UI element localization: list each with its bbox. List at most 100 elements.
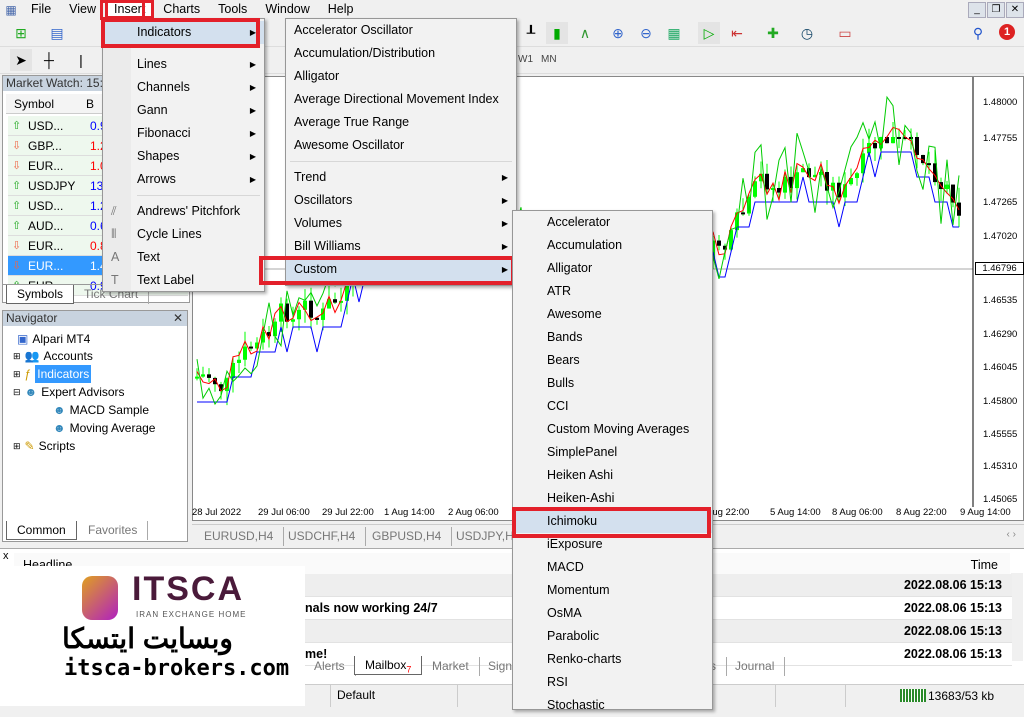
new-chart-icon[interactable]: ⊞ [10, 22, 32, 44]
custom-indicator-item[interactable]: Parabolic [513, 625, 712, 648]
close-icon[interactable]: ✕ [173, 311, 183, 326]
cursor-icon[interactable]: ➤ [10, 49, 32, 71]
custom-indicator-item[interactable]: CCI [513, 395, 712, 418]
custom-indicator-item[interactable]: Accelerator [513, 211, 712, 234]
menu-window[interactable]: Window [256, 0, 318, 19]
tab-common[interactable]: Common [6, 521, 77, 540]
custom-indicator-item[interactable]: Renko-charts [513, 648, 712, 671]
chart-shift-icon[interactable]: ⇤ [726, 22, 748, 44]
notifications-icon[interactable]: 1 [996, 21, 1018, 43]
menu-help[interactable]: Help [319, 0, 363, 19]
close-window-button[interactable]: ✕ [1006, 2, 1024, 18]
custom-indicator-item[interactable]: SimplePanel [513, 441, 712, 464]
tab-favorites[interactable]: Favorites [78, 521, 149, 540]
timeframe-w1[interactable]: W1 [518, 54, 533, 65]
custom-indicator-item[interactable]: Awesome [513, 303, 712, 326]
menu-charts[interactable]: Charts [154, 0, 209, 19]
custom-indicator-item[interactable]: RSI [513, 671, 712, 694]
zoom-out-icon[interactable]: ⊖ [635, 22, 657, 44]
tab-scroll-arrows[interactable]: ‹ › [1007, 529, 1016, 540]
custom-indicator-item[interactable]: Heiken-Ashi [513, 487, 712, 510]
terminal-close-button[interactable]: x [3, 550, 9, 562]
custom-indicator-item[interactable]: Heiken Ashi [513, 464, 712, 487]
custom-indicator-item[interactable]: OsMA [513, 602, 712, 625]
minimize-button[interactable]: _ [968, 2, 986, 18]
insert-menu-item[interactable]: Indicators ▶ [103, 21, 264, 44]
column-time[interactable]: Time [971, 558, 998, 572]
custom-indicator-item[interactable]: Bears [513, 349, 712, 372]
periods-icon[interactable]: ◷ [796, 22, 818, 44]
insert-menu-item[interactable]: Gann ▶ [103, 99, 264, 122]
restore-button[interactable]: ❐ [987, 2, 1005, 18]
chart-tab-gbpusd[interactable]: GBPUSD,H4 [362, 527, 453, 546]
menu-file[interactable]: File [22, 0, 60, 19]
indicators-menu-item[interactable]: Oscillators ▶ [286, 189, 516, 212]
chart-tab-usdchf[interactable]: USDCHF,H4 [278, 527, 367, 546]
custom-indicator-item[interactable]: iExposure [513, 533, 712, 556]
candlestick-icon[interactable]: ▮ [546, 22, 568, 44]
nav-expert-advisors[interactable]: ⊟ ☻ Expert Advisors [13, 383, 125, 401]
tab-symbols[interactable]: Symbols [6, 285, 75, 304]
templates-icon[interactable]: ▭ [834, 22, 856, 44]
custom-indicator-item[interactable]: Alligator [513, 257, 712, 280]
profiles-icon[interactable]: ▤ [46, 22, 68, 44]
indicators-menu-item[interactable]: Volumes ▶ [286, 212, 516, 235]
candle [873, 142, 877, 149]
custom-indicator-item[interactable]: MACD [513, 556, 712, 579]
custom-indicator-item[interactable]: Ichimoku [513, 510, 712, 533]
tile-windows-icon[interactable]: ▦ [663, 22, 685, 44]
indicators-menu-item[interactable]: Average Directional Movement Index [286, 88, 516, 111]
indicators-menu-item[interactable]: Bill Williams ▶ [286, 235, 516, 258]
search-icon[interactable]: ⚲ [967, 22, 989, 44]
indicators-menu-item[interactable]: Alligator [286, 65, 516, 88]
insert-menu-item[interactable]: T Text Label [103, 269, 264, 292]
nav-macd-sample[interactable]: ☻ MACD Sample [53, 401, 149, 419]
custom-indicator-item[interactable]: Accumulation [513, 234, 712, 257]
nav-indicators[interactable]: ⊞ ƒ Indicators [13, 365, 92, 383]
custom-indicator-item[interactable]: Bulls [513, 372, 712, 395]
vertical-line-icon[interactable]: | [70, 49, 92, 71]
indicators-icon[interactable]: ✚ [762, 22, 784, 44]
indicators-menu-item[interactable]: Trend ▶ [286, 166, 516, 189]
insert-menu-item[interactable]: Fibonacci ▶ [103, 122, 264, 145]
zoom-in-icon[interactable]: ⊕ [607, 22, 629, 44]
insert-menu-item[interactable]: Shapes ▶ [103, 145, 264, 168]
bar-chart-icon[interactable]: ┸ [520, 22, 542, 44]
insert-menu-item[interactable]: ⦀ Cycle Lines [103, 223, 264, 246]
crosshair-icon[interactable]: ┼ [38, 49, 60, 71]
indicators-menu-item[interactable]: Accelerator Oscillator [286, 19, 516, 42]
nav-root[interactable]: ▣ Alpari MT4 [17, 330, 90, 348]
column-bid[interactable]: B [86, 97, 94, 111]
indicators-menu-item[interactable]: Awesome Oscillator [286, 134, 516, 157]
tab-mailbox[interactable]: Mailbox7 [354, 656, 423, 675]
timeframe-mn[interactable]: MN [541, 54, 557, 65]
price-tick-label: 1.45065 [983, 494, 1018, 505]
tab-market[interactable]: Market [422, 657, 480, 676]
chart-tab-eurusd[interactable]: EURUSD,H4 [194, 527, 285, 546]
indicators-menu-item[interactable]: Average True Range [286, 111, 516, 134]
indicators-menu-item[interactable]: Custom ▶ [286, 258, 516, 281]
nav-scripts[interactable]: ⊞ ✎ Scripts [13, 437, 75, 455]
insert-menu-item[interactable]: Arrows ▶ [103, 168, 264, 191]
menu-tools[interactable]: Tools [209, 0, 256, 19]
custom-indicator-item[interactable]: Momentum [513, 579, 712, 602]
nav-moving-average[interactable]: ☻ Moving Average [53, 419, 155, 437]
tab-alerts[interactable]: Alerts [304, 657, 356, 676]
column-symbol[interactable]: Symbol [14, 97, 54, 111]
insert-menu-item[interactable]: Lines ▶ [103, 53, 264, 76]
insert-menu-item[interactable]: Channels ▶ [103, 76, 264, 99]
auto-scroll-icon[interactable]: ▷ [698, 22, 720, 44]
menu-insert[interactable]: Insert [105, 0, 155, 19]
expert-icon: ☻ [53, 421, 66, 435]
custom-indicator-item[interactable]: Custom Moving Averages [513, 418, 712, 441]
indicators-menu-item[interactable]: Accumulation/Distribution [286, 42, 516, 65]
custom-indicator-item[interactable]: Bands [513, 326, 712, 349]
nav-accounts[interactable]: ⊞ 👥 Accounts [13, 347, 93, 365]
menu-view[interactable]: View [60, 0, 105, 19]
tab-journal[interactable]: Journal [725, 657, 786, 676]
news-scrollbar[interactable] [1011, 573, 1023, 661]
custom-indicator-item[interactable]: ATR [513, 280, 712, 303]
line-chart-icon[interactable]: ∧ [574, 22, 596, 44]
insert-menu-item[interactable]: ⫽ Andrews' Pitchfork [103, 200, 264, 223]
insert-menu-item[interactable]: A Text [103, 246, 264, 269]
